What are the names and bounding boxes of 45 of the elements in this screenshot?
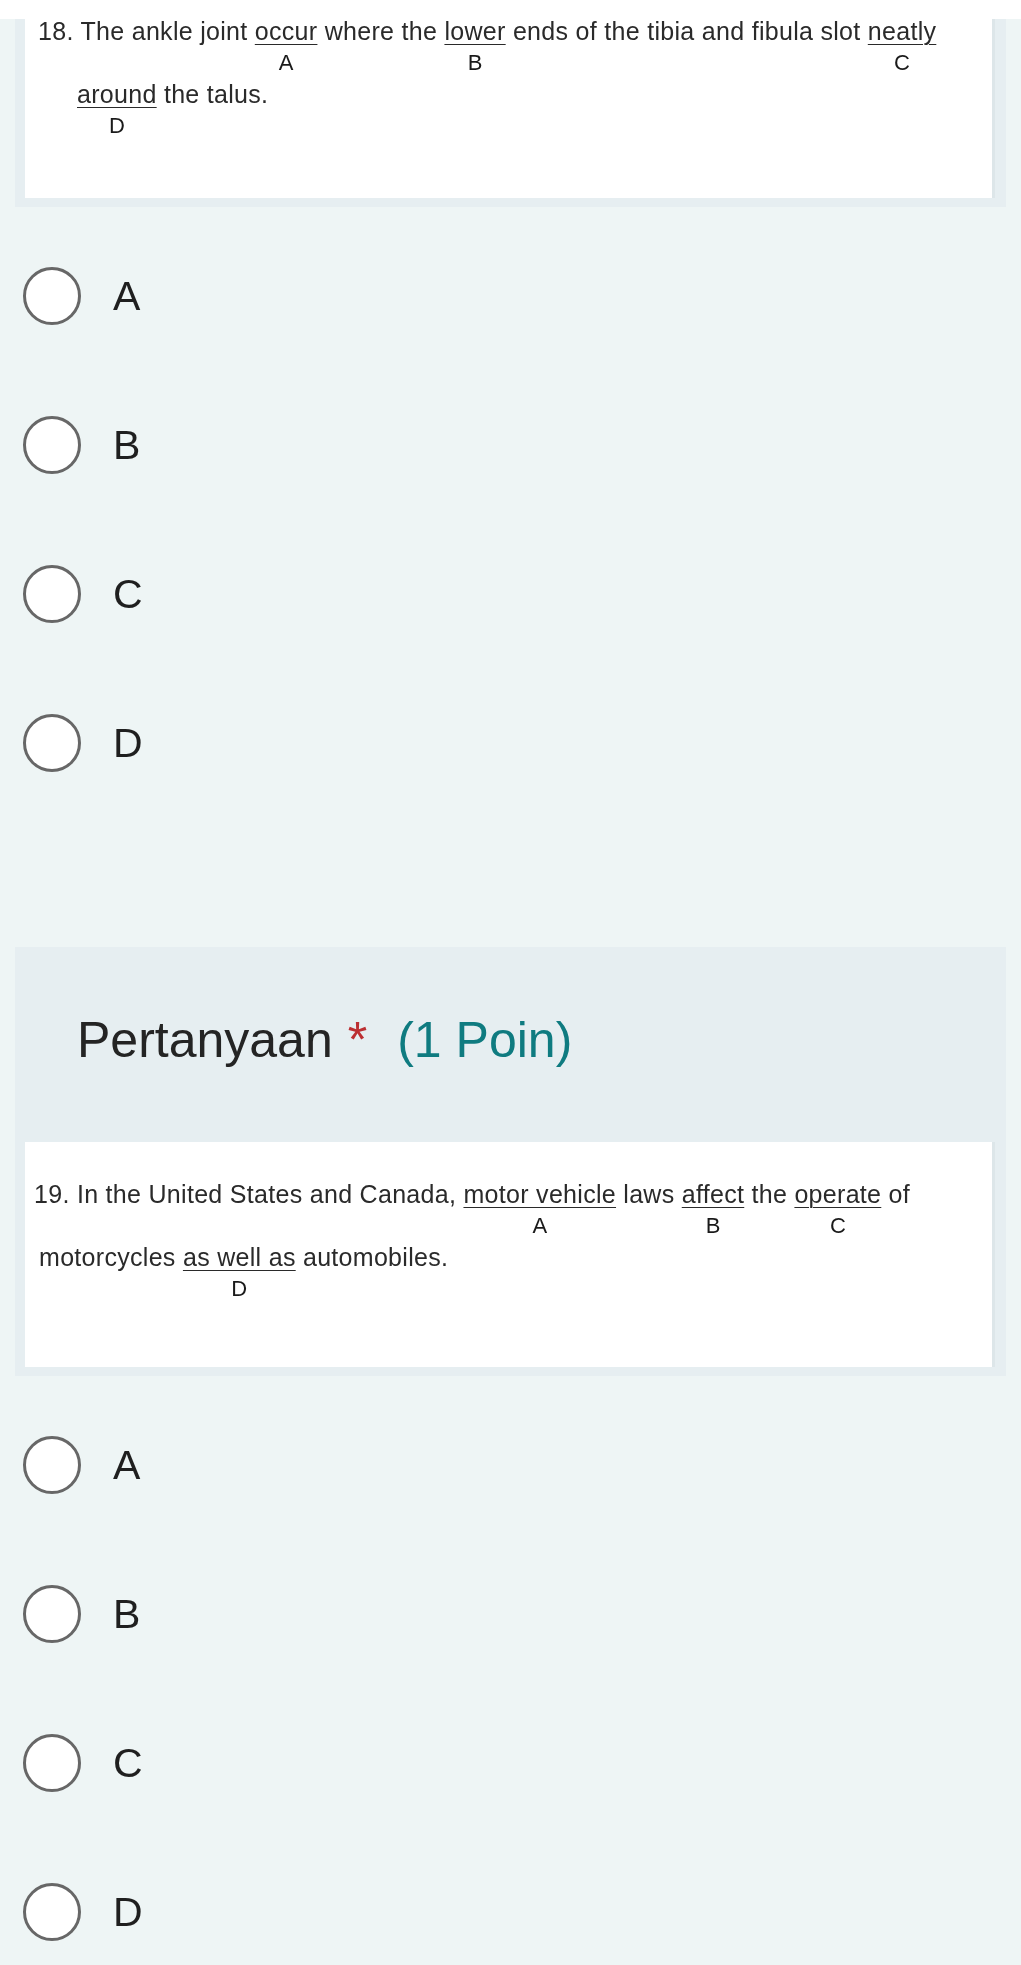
choice-letter: C bbox=[894, 51, 910, 75]
underlined-word: neatly bbox=[867, 19, 937, 43]
option-label: D bbox=[113, 719, 143, 767]
question-text: where the bbox=[323, 17, 439, 45]
choice-letter: B bbox=[705, 1214, 721, 1238]
option-label: A bbox=[113, 272, 141, 320]
required-asterisk: * bbox=[347, 1010, 368, 1070]
question-text: 19. In the United States and Canada, bbox=[34, 1180, 458, 1208]
option-label: A bbox=[113, 1441, 141, 1489]
underlined-word: around bbox=[77, 82, 157, 106]
underlined-word: motor vehicle bbox=[463, 1182, 617, 1206]
underlined-word: occur bbox=[254, 19, 318, 43]
question-text: laws bbox=[622, 1180, 676, 1208]
choice-letter: D bbox=[108, 114, 125, 138]
choice-letter: C bbox=[829, 1214, 846, 1238]
choice-letter: A bbox=[278, 51, 294, 75]
underlined-word: lower bbox=[444, 19, 506, 43]
question-text: automobiles. bbox=[301, 1243, 449, 1271]
radio-button[interactable] bbox=[23, 1585, 81, 1643]
question-text: of bbox=[887, 1180, 910, 1208]
option-label: B bbox=[113, 1590, 141, 1638]
choice-letter: D bbox=[231, 1277, 248, 1301]
question-text: 18. The ankle joint bbox=[38, 17, 249, 45]
question-title: Pertanyaan bbox=[77, 1010, 333, 1070]
question-text: motorcycles bbox=[39, 1243, 177, 1271]
underlined-word: affect bbox=[681, 1182, 745, 1206]
radio-button[interactable] bbox=[23, 1883, 81, 1941]
points-label: (1 Poin) bbox=[397, 1010, 573, 1070]
question-text: the bbox=[750, 1180, 789, 1208]
option-label: C bbox=[113, 570, 143, 618]
option-label: C bbox=[113, 1739, 143, 1787]
question-text: the talus. bbox=[162, 80, 269, 108]
radio-button[interactable] bbox=[23, 416, 81, 474]
option-label: D bbox=[113, 1888, 143, 1936]
option-label: B bbox=[113, 421, 141, 469]
radio-button[interactable] bbox=[23, 267, 81, 325]
question-text: ends of the tibia and fibula slot bbox=[511, 17, 862, 45]
choice-letter: B bbox=[467, 51, 483, 75]
radio-button[interactable] bbox=[23, 714, 81, 772]
radio-button[interactable] bbox=[23, 1734, 81, 1792]
choice-letter: A bbox=[532, 1214, 548, 1238]
underlined-word: as well as bbox=[182, 1245, 296, 1269]
radio-button[interactable] bbox=[23, 1436, 81, 1494]
underlined-word: operate bbox=[794, 1182, 882, 1206]
radio-button[interactable] bbox=[23, 565, 81, 623]
